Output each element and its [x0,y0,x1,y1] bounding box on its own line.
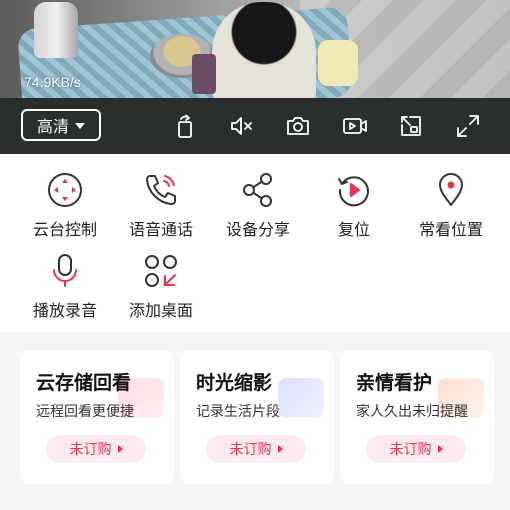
reset-button[interactable]: 复位 [304,170,404,240]
card-subtitle: 家人久出未归提醒 [356,404,468,420]
subscribe-button[interactable]: 未订购 [46,435,146,463]
film-strip-decoration-icon [278,378,324,418]
triangle-right-icon [277,445,283,453]
func-label: 添加桌面 [128,301,193,320]
person [212,2,316,98]
card-title: 云存储回看 [36,372,132,394]
voice-call-button[interactable]: 语音通话 [111,170,211,240]
triangle-right-icon [117,445,123,453]
quality-label: 高清 [36,117,69,136]
card-title: 时光缩影 [196,372,273,394]
phone-call-icon [141,170,181,210]
device-share-button[interactable]: 设备分享 [208,170,308,240]
card-subtitle: 远程回看更便捷 [36,404,134,420]
frequent-position-button[interactable]: 常看位置 [401,170,501,240]
caret-down-icon [75,123,85,129]
add-to-desktop-icon [141,251,181,291]
func-label: 复位 [337,220,370,239]
quality-selector[interactable]: 高清 [21,109,101,141]
func-label: 播放录音 [32,301,97,320]
subscribe-label: 未订购 [69,442,112,458]
camera-icon[interactable] [284,112,312,140]
subscribe-button[interactable]: 未订购 [206,435,306,463]
bitrate-readout: 74.9KB/s [24,74,81,90]
func-label: 设备分享 [225,220,290,239]
subscribe-label: 未订购 [229,442,272,458]
time-lapse-card[interactable]: 时光缩影 记录生活片段 未订购 [180,350,334,484]
cloud-storage-card[interactable]: 云存储回看 远程回看更便捷 未订购 [20,350,174,484]
location-pin-icon [431,170,471,210]
mute-icon[interactable] [228,112,256,140]
family-care-card[interactable]: 亲情看护 家人久出未归提醒 未订购 [340,350,494,484]
rotate-screen-icon[interactable] [171,112,199,140]
func-label: 云台控制 [32,220,97,239]
func-label: 语音通话 [128,220,193,239]
func-label: 常看位置 [418,220,483,239]
play-recording-button[interactable]: 播放录音 [15,251,115,321]
camera-live-view[interactable]: 74.9KB/s [0,0,510,98]
picture-in-picture-icon[interactable] [397,112,425,140]
triangle-right-icon [437,445,443,453]
reset-icon [334,170,374,210]
fullscreen-icon[interactable] [454,112,482,140]
share-icon [238,170,278,210]
ptz-control-icon [45,170,85,210]
subscribe-button[interactable]: 未订购 [366,435,466,463]
video-toolbar: 高清 [0,98,510,154]
microphone-icon [45,251,85,291]
card-subtitle: 记录生活片段 [196,404,280,420]
kettle [34,2,78,58]
add-to-desktop-button[interactable]: 添加桌面 [111,251,211,321]
ptz-control-button[interactable]: 云台控制 [15,170,115,240]
plastic-bag [318,40,358,86]
card-title: 亲情看护 [356,372,433,394]
subscribe-label: 未订购 [389,442,432,458]
phone-in-hand [192,54,216,94]
video-record-icon[interactable] [341,112,369,140]
